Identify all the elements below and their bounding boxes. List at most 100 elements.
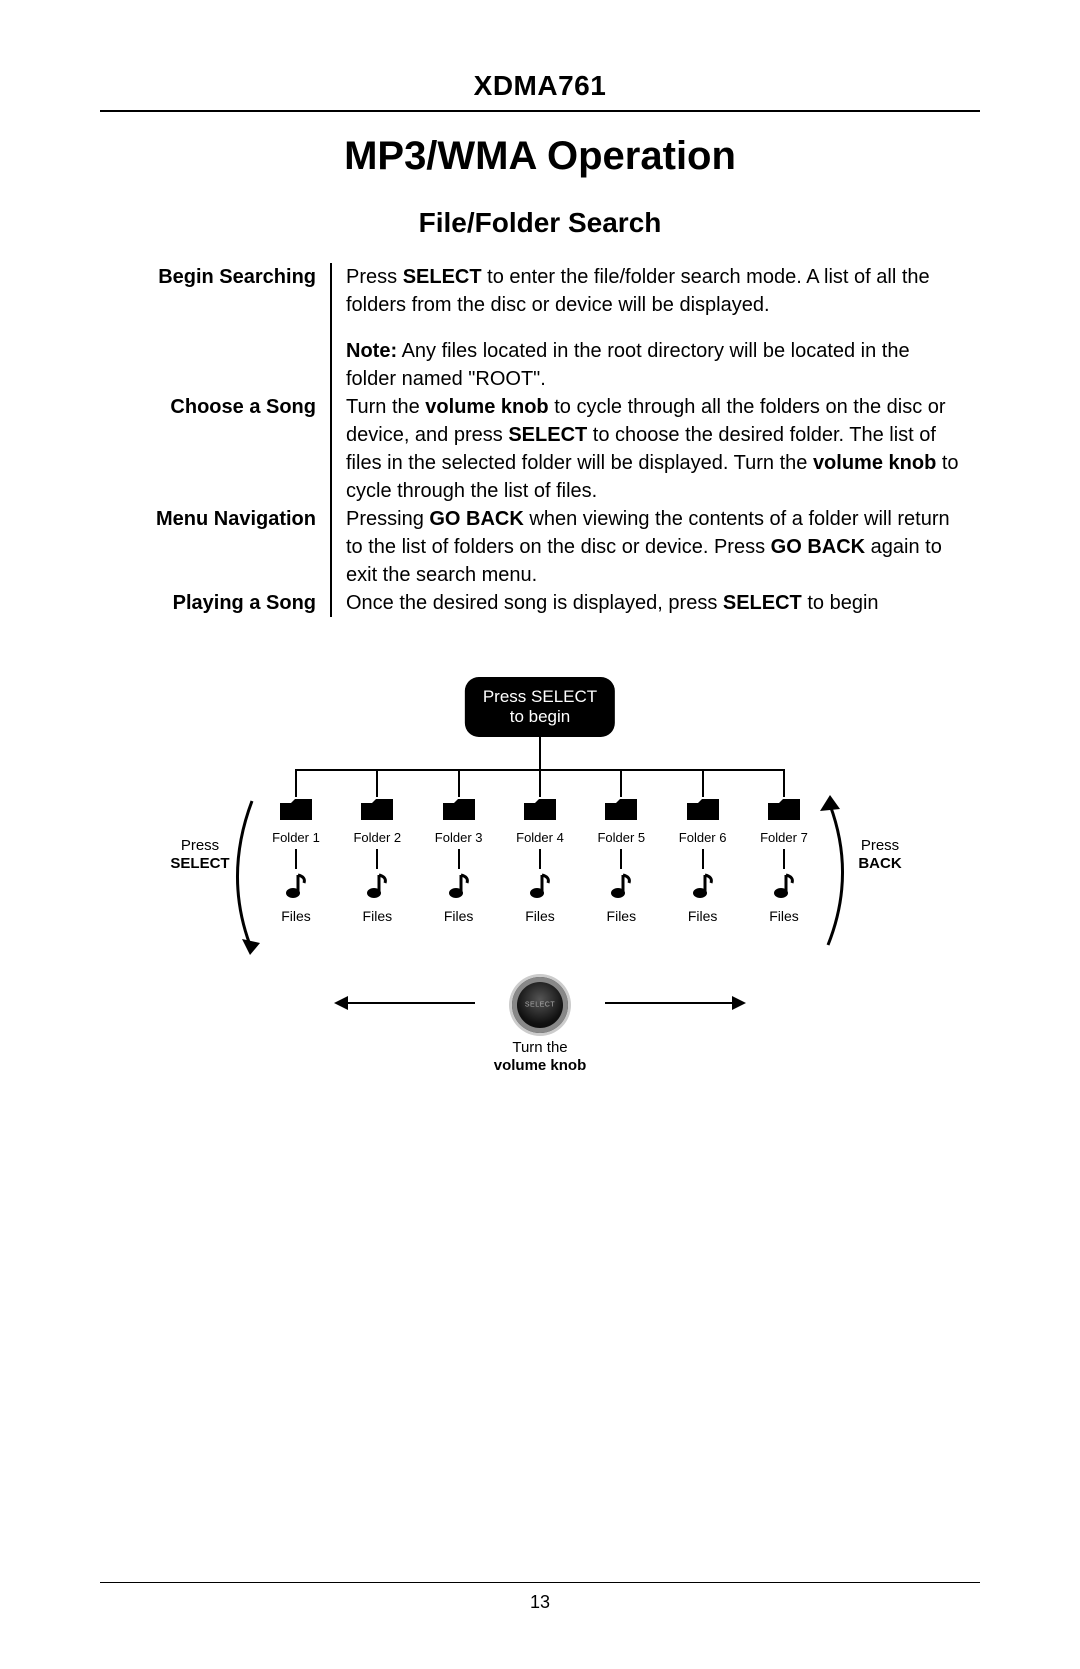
diagram-folders-row: Folder 1FilesFolder 2FilesFolder 3FilesF… bbox=[265, 797, 815, 924]
diagram-left-label: Press SELECT bbox=[160, 837, 240, 873]
music-note-icon bbox=[365, 873, 389, 906]
section-row: Begin Searching Press SELECT to enter the… bbox=[120, 263, 960, 393]
diagram-folder-label: Folder 4 bbox=[509, 830, 571, 845]
section-paragraph: Turn the volume knob to cycle through al… bbox=[346, 393, 960, 505]
diagram-turn-label: Turn the volume knob bbox=[494, 1039, 587, 1075]
volume-knob-icon: SELECT bbox=[512, 977, 568, 1033]
section-row: Menu NavigationPressing GO BACK when vie… bbox=[120, 505, 960, 589]
arrowhead-left-icon bbox=[334, 996, 348, 1010]
sub-title: File/Folder Search bbox=[100, 207, 980, 239]
text-run: SELECT bbox=[508, 424, 587, 446]
diagram-begin-bubble: Press SELECT to begin bbox=[465, 677, 615, 737]
folder-icon bbox=[604, 797, 638, 826]
diagram-files-label: Files bbox=[428, 908, 490, 924]
diagram-folder-label: Folder 2 bbox=[346, 830, 408, 845]
diagram-begin-line1: Press SELECT bbox=[483, 687, 597, 706]
text-run: Press bbox=[346, 266, 403, 288]
diagram-folder-column: Folder 2 Files bbox=[346, 797, 408, 924]
section-paragraph: Once the desired song is displayed, pres… bbox=[346, 589, 960, 617]
diagram-files-label: Files bbox=[346, 908, 408, 924]
diagram-files-label: Files bbox=[672, 908, 734, 924]
diagram-folder-label: Folder 5 bbox=[590, 830, 652, 845]
music-note-icon bbox=[691, 873, 715, 906]
diagram-folder-column: Folder 5 Files bbox=[590, 797, 652, 924]
diagram-folder-label: Folder 6 bbox=[672, 830, 734, 845]
text-run: volume knob bbox=[425, 396, 548, 418]
arrowhead-right-icon bbox=[732, 996, 746, 1010]
text-run: Turn the bbox=[346, 396, 425, 418]
music-note-icon bbox=[772, 873, 796, 906]
diagram-turn-line1: Turn the bbox=[512, 1039, 567, 1056]
header-model: XDMA761 bbox=[100, 70, 980, 112]
diagram-files-label: Files bbox=[590, 908, 652, 924]
folder-icon bbox=[442, 797, 476, 826]
folder-icon bbox=[360, 797, 394, 826]
section-label: Choose a Song bbox=[120, 393, 330, 505]
arrow-right-icon bbox=[605, 1002, 735, 1004]
diagram-folder-column: Folder 4 Files bbox=[509, 797, 571, 924]
diagram-connector bbox=[783, 849, 785, 869]
diagram-folder-label: Folder 1 bbox=[265, 830, 327, 845]
page-number: 13 bbox=[0, 1592, 1080, 1613]
diagram: Press SELECT to begin Folder 1FilesFolde… bbox=[160, 677, 920, 1117]
music-note-icon bbox=[284, 873, 308, 906]
diagram-right-line1: Press bbox=[861, 837, 899, 854]
section-body: Pressing GO BACK when viewing the conten… bbox=[330, 505, 960, 589]
text-run: to begin bbox=[802, 592, 879, 614]
arrow-left-icon bbox=[345, 1002, 475, 1004]
section-label: Menu Navigation bbox=[120, 505, 330, 589]
text-run: Note: bbox=[346, 340, 397, 362]
diagram-connector bbox=[620, 769, 622, 797]
diagram-begin-line2: to begin bbox=[510, 707, 571, 726]
diagram-connector bbox=[702, 769, 704, 797]
diagram-folder-label: Folder 7 bbox=[753, 830, 815, 845]
folder-icon bbox=[523, 797, 557, 826]
diagram-connector bbox=[458, 769, 460, 797]
diagram-connector bbox=[295, 849, 297, 869]
music-note-icon bbox=[609, 873, 633, 906]
section-paragraph: Note: Any files located in the root dire… bbox=[346, 337, 960, 393]
text-run: Pressing bbox=[346, 508, 429, 530]
text-run: Any files located in the root directory … bbox=[346, 340, 910, 390]
section-body: Turn the volume knob to cycle through al… bbox=[330, 393, 960, 505]
section-body: Once the desired song is displayed, pres… bbox=[330, 589, 960, 617]
diagram-connector bbox=[295, 769, 297, 797]
diagram-connector bbox=[539, 849, 541, 869]
diagram-folder-column: Folder 1 Files bbox=[265, 797, 327, 924]
section-row: Choose a SongTurn the volume knob to cyc… bbox=[120, 393, 960, 505]
text-run: GO BACK bbox=[771, 536, 865, 558]
footer-rule bbox=[100, 1582, 980, 1584]
section-label: Begin Searching bbox=[120, 263, 330, 393]
text-run: volume knob bbox=[813, 452, 936, 474]
diagram-connector bbox=[539, 737, 541, 769]
diagram-connector bbox=[620, 849, 622, 869]
diagram-left-line2: SELECT bbox=[170, 855, 229, 872]
diagram-folder-column: Folder 3Files bbox=[428, 797, 490, 924]
folder-icon bbox=[279, 797, 313, 826]
diagram-files-label: Files bbox=[265, 908, 327, 924]
text-run: GO BACK bbox=[429, 508, 523, 530]
diagram-left-line1: Press bbox=[181, 837, 219, 854]
diagram-folder-column: Folder 7 Files bbox=[753, 797, 815, 924]
diagram-connector bbox=[376, 769, 378, 797]
diagram-connector bbox=[702, 849, 704, 869]
section-paragraph: Press SELECT to enter the file/folder se… bbox=[346, 263, 960, 319]
music-note-icon bbox=[447, 873, 471, 906]
diagram-right-label: Press BACK bbox=[840, 837, 920, 873]
diagram-files-label: Files bbox=[509, 908, 571, 924]
main-title: MP3/WMA Operation bbox=[100, 134, 980, 179]
curve-arrow-left-icon bbox=[220, 795, 260, 955]
text-run: SELECT bbox=[403, 266, 482, 288]
text-run: SELECT bbox=[723, 592, 802, 614]
diagram-turn-line2: volume knob bbox=[494, 1057, 587, 1074]
diagram-files-label: Files bbox=[753, 908, 815, 924]
folder-icon bbox=[767, 797, 801, 826]
section-paragraph: Pressing GO BACK when viewing the conten… bbox=[346, 505, 960, 589]
diagram-connector bbox=[783, 769, 785, 797]
curve-arrow-right-icon bbox=[820, 795, 860, 955]
folder-icon bbox=[686, 797, 720, 826]
knob-inner-text: SELECT bbox=[525, 1002, 555, 1009]
diagram-folder-column: Folder 6 Files bbox=[672, 797, 734, 924]
text-run: Once the desired song is displayed, pres… bbox=[346, 592, 723, 614]
music-note-icon bbox=[528, 873, 552, 906]
